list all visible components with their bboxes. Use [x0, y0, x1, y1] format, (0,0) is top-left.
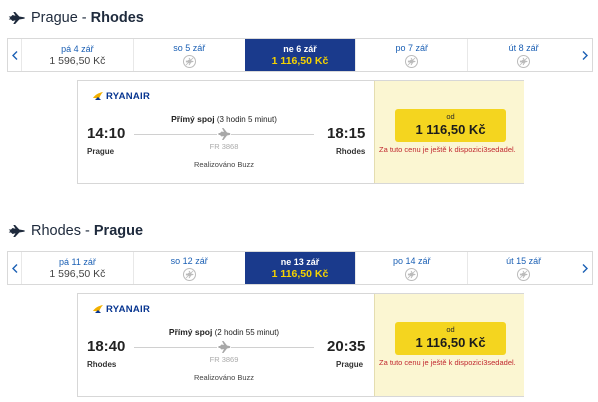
flight-number: FR 3868 [209, 142, 239, 151]
airplane-icon [217, 127, 231, 141]
price-amount: 1 116,50 Kč [415, 122, 486, 137]
flight-card: RYANAIR 18:40 Rhodes Přímý spoj (2 hodin… [77, 293, 524, 397]
flight-details: Přímý spoj (2 hodin 55 minut) FR 3869 Re… [134, 327, 314, 382]
airplane-icon [217, 340, 231, 354]
date-option[interactable]: so 12 zář [132, 252, 245, 284]
date-option[interactable]: po 14 zář [355, 252, 467, 284]
airplane-icon [8, 225, 25, 237]
airline-name: RYANAIR [106, 90, 151, 102]
operated-by: Realizováno Buzz [193, 160, 255, 169]
flight-line [134, 126, 314, 142]
date-option[interactable]: pá 4 zář 1 596,50 Kč [21, 39, 133, 71]
no-flight-icon [182, 55, 196, 68]
no-flight-icon [182, 268, 196, 281]
route-destination: Prague [93, 223, 144, 239]
date-option-selected[interactable]: ne 13 zář 1 116,50 Kč [244, 252, 356, 284]
flight-number: FR 3869 [209, 355, 239, 364]
chevron-right-icon[interactable] [579, 252, 592, 284]
route-heading: Rhodes - Prague [8, 222, 143, 240]
chevron-right-icon[interactable] [579, 39, 592, 71]
date-option[interactable]: út 8 zář [467, 39, 579, 71]
airplane-icon [8, 12, 25, 24]
arrival-time: 20:35 [327, 338, 366, 355]
flight-line [134, 339, 314, 355]
chevron-left-icon[interactable] [8, 39, 21, 71]
operated-by: Realizováno Buzz [193, 373, 255, 382]
select-price-button[interactable]: od 1 116,50 Kč [395, 322, 506, 355]
route-destination: Rhodes [90, 10, 144, 26]
price-amount: 1 116,50 Kč [415, 335, 486, 350]
price-from-label: od [446, 112, 455, 121]
date-selector: pá 4 zář 1 596,50 Kč so 5 zář ne 6 zář 1… [7, 38, 593, 72]
date-option[interactable]: so 5 zář [132, 39, 245, 71]
no-flight-icon [517, 55, 531, 68]
airline-name: RYANAIR [106, 303, 151, 315]
flight-type: Přímý spoj (3 hodin 5 minut) [171, 114, 277, 124]
arrival-city: Prague [336, 360, 364, 369]
flight-type: Přímý spoj (2 hodin 55 minut) [168, 327, 280, 337]
flight-details: Přímý spoj (3 hodin 5 minut) FR 3868 Rea… [134, 114, 314, 169]
airline-logo: RYANAIR [92, 90, 150, 102]
date-option-selected[interactable]: ne 6 zář 1 116,50 Kč [244, 39, 356, 71]
flight-duration: (2 hodin 55 minut) [214, 328, 280, 337]
arrival-time: 18:15 [327, 125, 366, 142]
date-selector: pá 11 zář 1 596,50 Kč so 12 zář ne 13 zá… [7, 251, 593, 285]
departure-city: Rhodes [87, 360, 117, 369]
airline-logo: RYANAIR [92, 303, 150, 315]
price-panel: od 1 116,50 Kč Za tuto cenu je ještě k d… [374, 294, 524, 396]
seat-availability: Za tuto cenu je ještě k dispozici3sedade… [379, 358, 516, 367]
departure-time: 14:10 [87, 125, 126, 142]
flight-card: RYANAIR 14:10 Prague Přímý spoj (3 hodin… [77, 80, 524, 184]
price-panel: od 1 116,50 Kč Za tuto cenu je ještě k d… [374, 81, 524, 183]
select-price-button[interactable]: od 1 116,50 Kč [395, 109, 506, 142]
ryanair-harp-logo [93, 92, 103, 100]
departure-time: 18:40 [87, 338, 126, 355]
date-option[interactable]: út 15 zář [467, 252, 579, 284]
no-flight-icon [405, 55, 419, 68]
no-flight-icon [405, 268, 419, 281]
route-heading: Prague - Rhodes [8, 9, 144, 27]
date-option[interactable]: pá 11 zář 1 596,50 Kč [21, 252, 133, 284]
flight-duration: (3 hodin 5 minut) [216, 115, 277, 124]
price-from-label: od [446, 325, 455, 334]
route-origin: Prague [31, 10, 78, 26]
no-flight-icon [517, 268, 531, 281]
ryanair-harp-logo [93, 305, 103, 313]
seat-availability: Za tuto cenu je ještě k dispozici3sedade… [379, 145, 516, 154]
departure-city: Prague [87, 147, 115, 156]
route-origin: Rhodes [31, 223, 81, 239]
chevron-left-icon[interactable] [8, 252, 21, 284]
arrival-city: Rhodes [336, 147, 366, 156]
date-option[interactable]: po 7 zář [355, 39, 467, 71]
